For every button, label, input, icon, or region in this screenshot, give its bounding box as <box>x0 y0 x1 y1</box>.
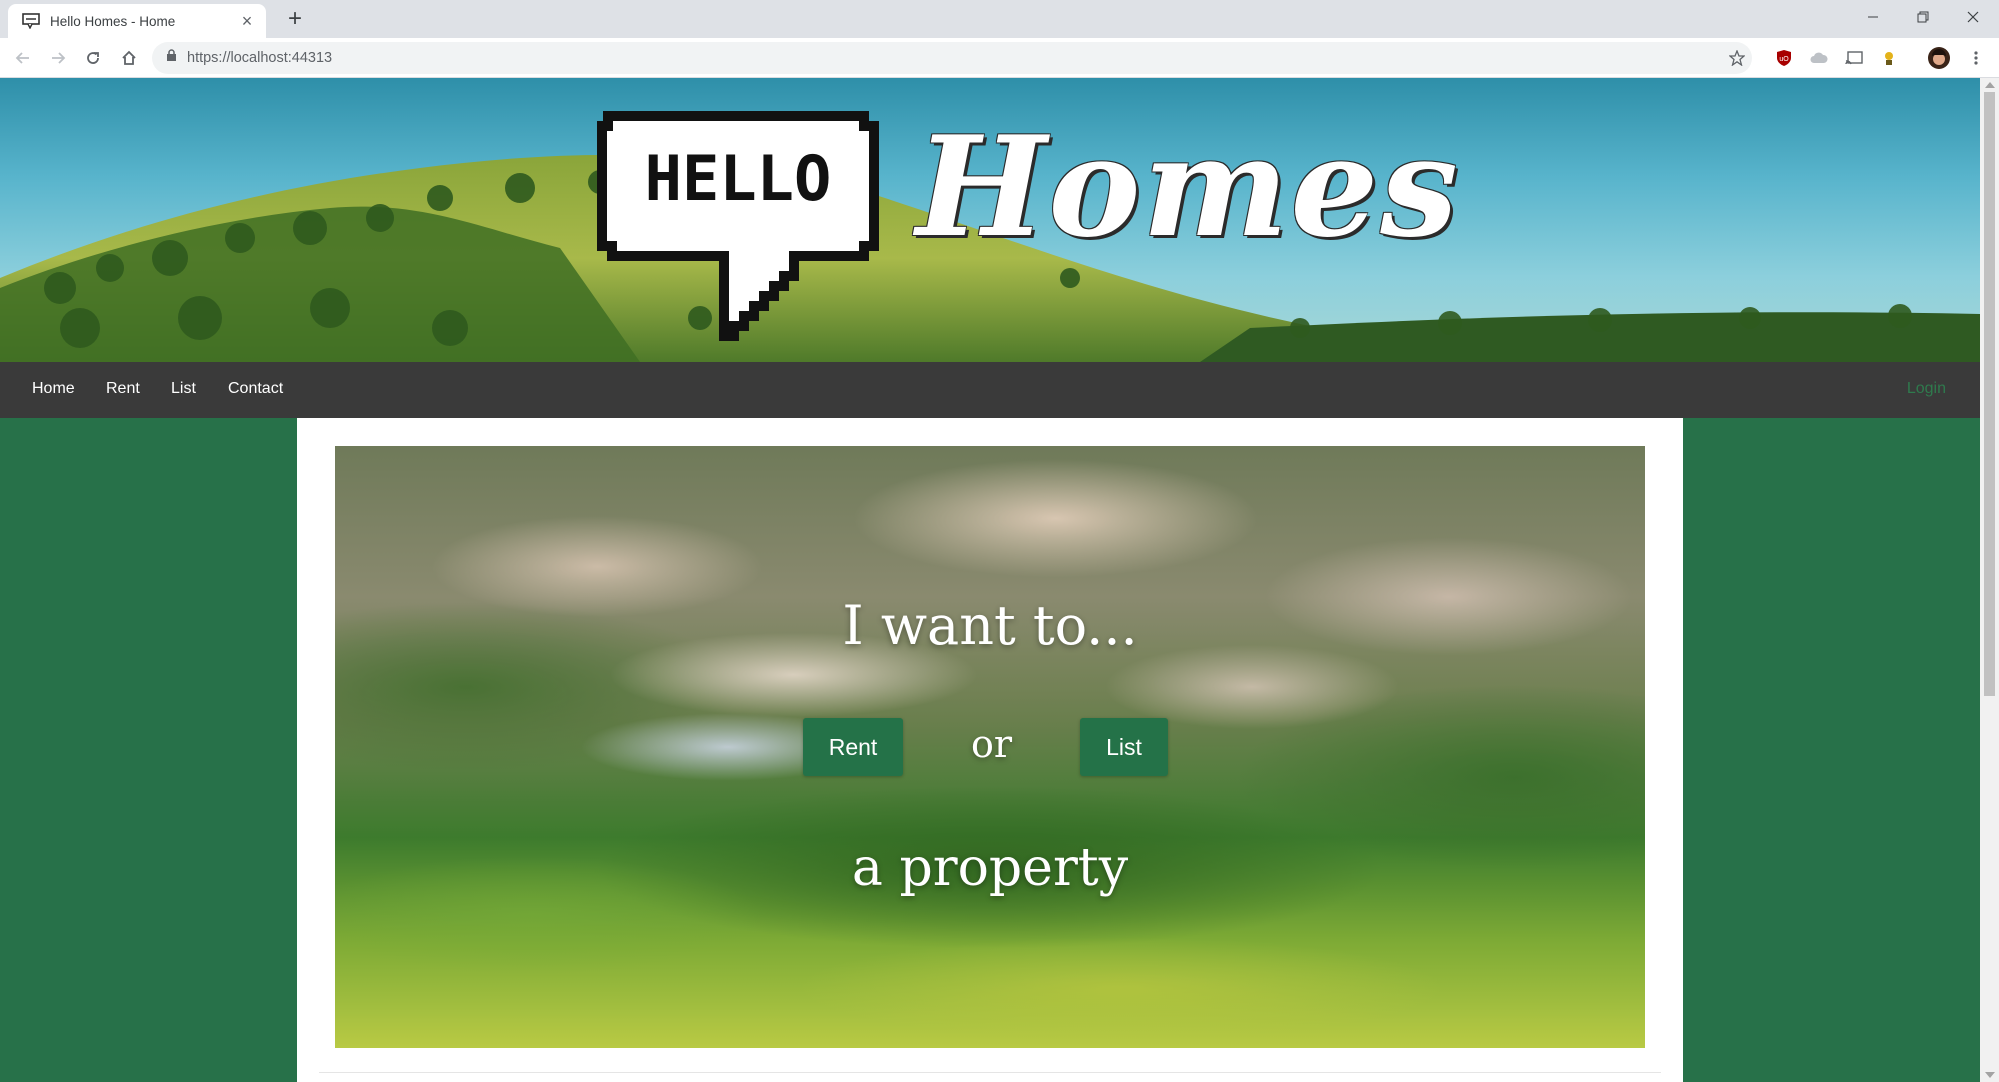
close-window-icon[interactable] <box>1950 0 1996 34</box>
browser-tab[interactable]: Hello Homes - Home × <box>8 4 266 38</box>
ublock-icon[interactable]: uO <box>1772 46 1796 70</box>
logo-homes-text: Homes <box>916 105 1460 268</box>
browser-toolbar: https://localhost:44313 uO <box>0 38 1999 78</box>
page-body: HELLO Homes Home Rent List Contact Login… <box>0 78 1980 1082</box>
address-bar[interactable]: https://localhost:44313 <box>152 42 1752 74</box>
restore-window-icon[interactable] <box>1900 0 1946 34</box>
url-text: https://localhost:44313 <box>187 50 333 66</box>
star-icon[interactable] <box>1725 46 1749 70</box>
nav-rent[interactable]: Rent <box>106 380 140 398</box>
hero-or-text: or <box>971 722 1013 766</box>
nav-list[interactable]: List <box>171 380 196 398</box>
main-navbar: Home Rent List Contact Login <box>0 362 1980 418</box>
close-tab-icon[interactable]: × <box>238 12 256 30</box>
login-link[interactable]: Login <box>1907 380 1946 398</box>
header-banner: HELLO Homes <box>0 78 1980 362</box>
logo-bubble-text: HELLO <box>645 142 832 215</box>
cast-icon[interactable] <box>1842 46 1866 70</box>
tab-title: Hello Homes - Home <box>50 13 176 29</box>
forward-icon[interactable] <box>45 45 71 71</box>
profile-avatar[interactable] <box>1927 46 1951 70</box>
scroll-up-icon[interactable] <box>1985 82 1995 88</box>
minimize-window-icon[interactable] <box>1850 0 1896 34</box>
hello-speech-bubble-logo: HELLO <box>597 111 879 341</box>
hero-title: I want to... <box>842 594 1138 657</box>
list-button[interactable]: List <box>1080 718 1168 776</box>
lock-icon <box>166 49 177 67</box>
menu-icon[interactable] <box>1964 46 1988 70</box>
scrollbar-thumb[interactable] <box>1984 92 1995 696</box>
speech-bubble-favicon-icon <box>22 12 40 30</box>
home-icon[interactable] <box>116 45 142 71</box>
new-tab-icon[interactable]: + <box>282 5 308 32</box>
reload-icon[interactable] <box>80 45 106 71</box>
hero-subtitle: a property <box>851 838 1129 898</box>
scroll-down-icon[interactable] <box>1985 1072 1995 1078</box>
cloud-icon[interactable] <box>1807 46 1831 70</box>
main-content: I want to... Rent or List a property <box>297 418 1683 1082</box>
nav-contact[interactable]: Contact <box>228 380 283 398</box>
content-divider <box>319 1072 1661 1073</box>
hero-section: I want to... Rent or List a property <box>335 446 1645 1048</box>
back-icon[interactable] <box>10 45 36 71</box>
browser-tabstrip: Hello Homes - Home × + <box>0 0 1999 38</box>
svg-text:uO: uO <box>1779 56 1789 63</box>
page-scrollbar[interactable] <box>1980 78 1999 1082</box>
nav-home[interactable]: Home <box>32 380 75 398</box>
extension-icon[interactable] <box>1877 46 1901 70</box>
rent-button[interactable]: Rent <box>803 718 903 776</box>
